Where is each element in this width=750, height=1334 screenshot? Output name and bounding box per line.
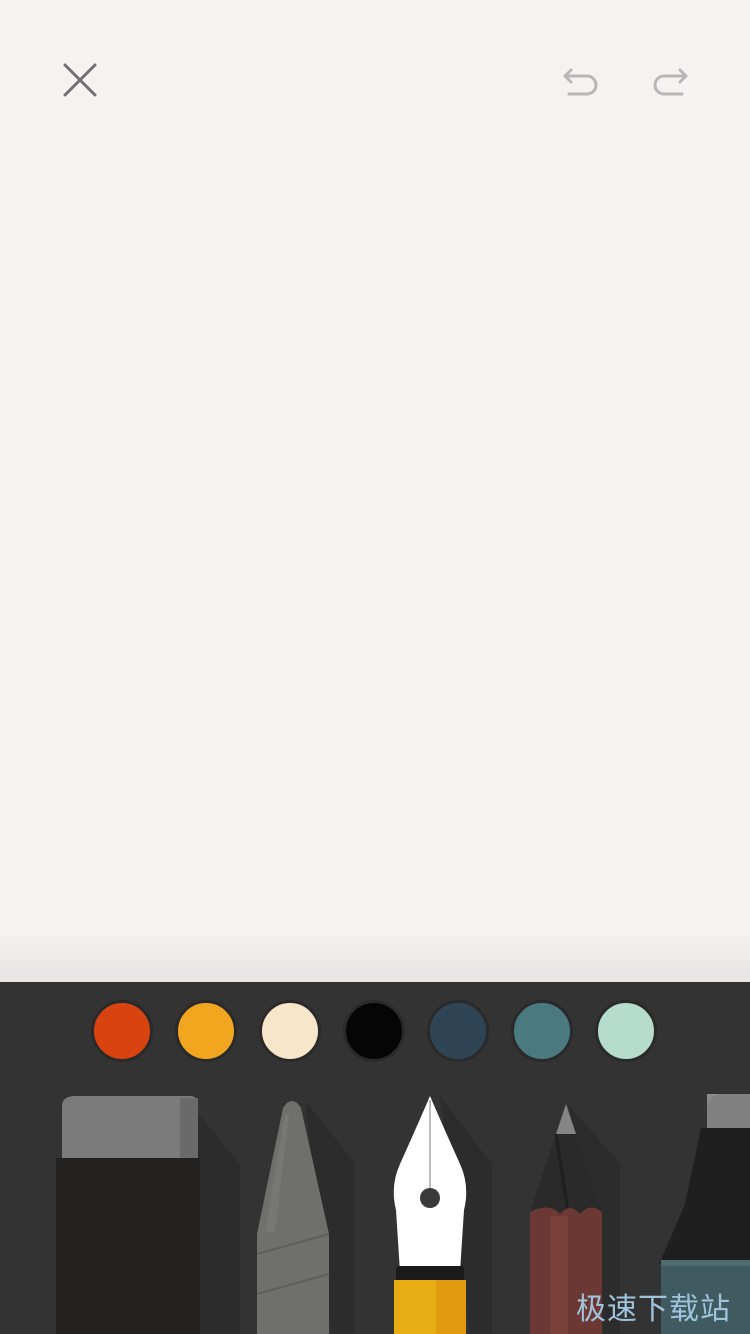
swatch-orange-red[interactable] (91, 1000, 153, 1062)
undo-icon (563, 68, 598, 96)
close-icon (63, 63, 97, 97)
fountain-pen-icon[interactable] (380, 1094, 500, 1334)
watermark-text: 极速下载站 (576, 1292, 731, 1327)
redo-icon (653, 68, 688, 96)
swatch-amber[interactable] (175, 1000, 237, 1062)
swatch-dark-slate[interactable] (427, 1000, 489, 1062)
eraser-icon[interactable] (40, 1094, 240, 1334)
color-palette (0, 996, 750, 1066)
undo-button[interactable] (546, 45, 616, 115)
close-button[interactable] (45, 45, 115, 115)
redo-button[interactable] (635, 45, 705, 115)
swatch-mint[interactable] (595, 1000, 657, 1062)
swatch-black[interactable] (343, 1000, 405, 1062)
sketch-pencil-icon[interactable] (245, 1094, 355, 1334)
tool-tray (0, 982, 750, 1334)
tray-shadow (0, 930, 750, 982)
swatch-teal[interactable] (511, 1000, 573, 1062)
swatch-cream[interactable] (259, 1000, 321, 1062)
drawing-canvas[interactable] (0, 0, 750, 982)
